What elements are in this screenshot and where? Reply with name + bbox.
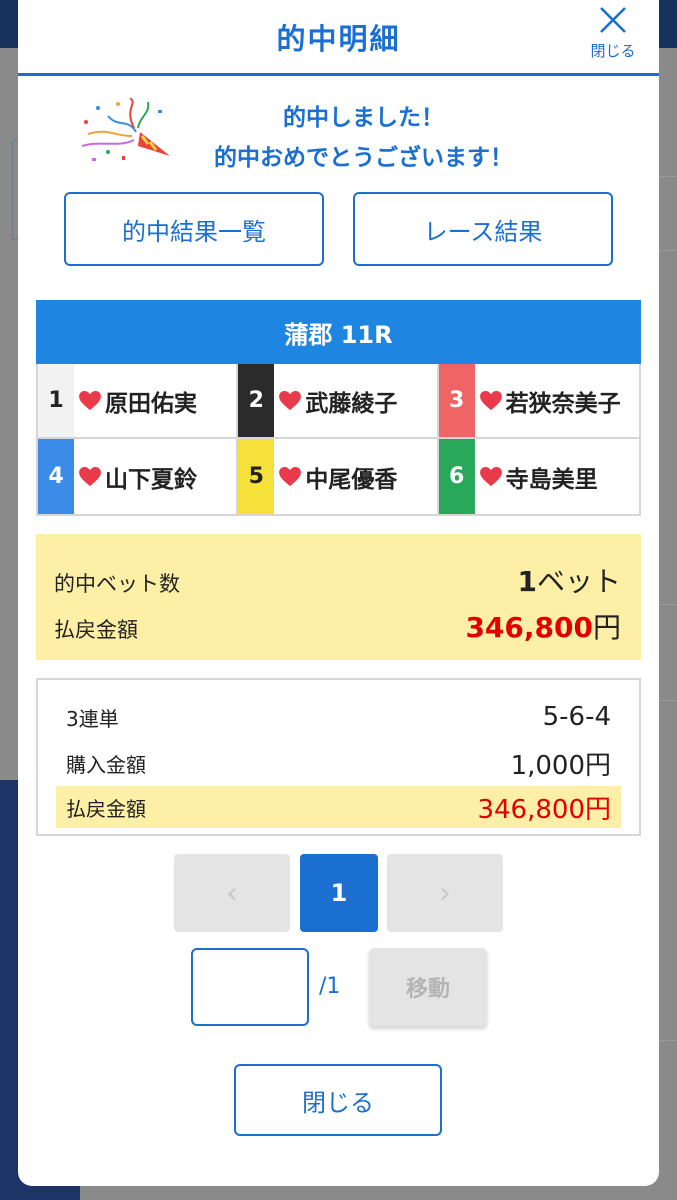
payout-row: 払戻金額 346,800円: [54, 606, 621, 652]
hit-results-list-button[interactable]: 的中結果一覧: [64, 192, 324, 266]
current-page-button[interactable]: 1: [300, 854, 378, 932]
lane-number: 3: [438, 364, 475, 437]
bet-combination: 5-6-4: [542, 702, 611, 732]
racer-name: 原田佑実: [105, 390, 197, 417]
page-total: /1: [319, 974, 341, 999]
racer-grid: 1 原田佑実 2 武藤綾子 3 若狭奈美子 4 山下夏鈴 5 中尾優香 6 寺島美里: [36, 364, 641, 516]
pagination: ‹ 1 ›: [174, 854, 504, 932]
modal-title: 的中明細: [276, 21, 401, 56]
racer-name: 中尾優香: [305, 466, 398, 493]
racer-cell: 3 若狭奈美子: [438, 364, 639, 439]
move-button[interactable]: 移動: [369, 948, 487, 1026]
lane-number: 4: [38, 439, 74, 514]
purchase-value: 1,000円: [510, 750, 611, 781]
bet-type-row: 3連単 5-6-4: [56, 694, 621, 740]
racer-name: 山下夏鈴: [105, 466, 197, 493]
lane-number: 2: [238, 364, 275, 437]
racer-cell: 4 山下夏鈴: [38, 439, 239, 514]
payout-label: 払戻金額: [54, 618, 138, 642]
purchase-label: 購入金額: [66, 752, 146, 777]
detail-payout-value: 346,800円: [477, 794, 611, 825]
race-card: 蒲郡 11R 1 原田佑実 2 武藤綾子 3 若狭奈美子 4 山下夏鈴 5 中尾優香 6 寺島美里: [36, 300, 641, 516]
next-page-button[interactable]: ›: [387, 854, 503, 932]
payout-unit: 円: [592, 611, 621, 644]
detail-payout-label: 払戻金額: [66, 796, 146, 821]
header-close-button[interactable]: 閉じる: [585, 4, 641, 66]
close-button[interactable]: 閉じる: [234, 1064, 442, 1136]
congrats-line-1: 的中しました！: [283, 105, 444, 131]
heart-icon[interactable]: [479, 466, 502, 487]
congrats-message: 的中しました！ 的中おめでとうございます！: [148, 98, 579, 178]
close-icon: [600, 7, 626, 33]
racer-cell: 6 寺島美里: [438, 439, 639, 514]
congrats-line-2: 的中おめでとうございます！: [214, 145, 513, 171]
congrats-section: 的中しました！ 的中おめでとうございます！: [18, 76, 659, 180]
payout-amount: 346,800円: [465, 606, 621, 646]
racer-name: 武藤綾子: [305, 390, 398, 417]
bet-count: 1ベット: [518, 560, 622, 600]
payout-value: 346,800: [465, 611, 593, 644]
modal-header: 的中明細 閉じる: [18, 0, 659, 76]
lane-number: 6: [438, 439, 475, 514]
hit-detail-modal: 的中明細 閉じる 的中しました！ 的中おめでとうございます！ 的中結果一覧 レー…: [18, 0, 659, 1186]
page-number-input[interactable]: [191, 948, 309, 1026]
prev-page-button[interactable]: ‹: [174, 854, 290, 932]
bet-count-value: 1: [517, 565, 537, 598]
race-results-button[interactable]: レース結果: [353, 192, 613, 266]
detail-payout-row: 払戻金額 346,800円: [56, 786, 621, 828]
heart-icon[interactable]: [79, 390, 101, 411]
lane-number: 5: [238, 439, 275, 514]
racer-name: 寺島美里: [505, 466, 598, 493]
bet-type: 3連単: [66, 706, 119, 731]
racer-cell: 1 原田佑実: [38, 364, 239, 439]
racer-name: 若狭奈美子: [505, 390, 621, 417]
page-jump: /1 移動: [191, 948, 491, 1028]
action-buttons: 的中結果一覧 レース結果: [64, 192, 613, 266]
race-title: 蒲郡 11R: [36, 300, 641, 364]
heart-icon[interactable]: [79, 466, 101, 487]
bet-detail: 3連単 5-6-4 購入金額 1,000円 払戻金額 346,800円: [36, 678, 641, 836]
racer-cell: 2 武藤綾子: [238, 364, 439, 439]
hit-summary: 的中ベット数 1ベット 払戻金額 346,800円: [36, 534, 641, 660]
bet-count-label: 的中ベット数: [54, 572, 180, 596]
heart-icon[interactable]: [279, 390, 302, 411]
bet-count-unit: ベット: [536, 565, 621, 598]
header-close-label: 閉じる: [590, 42, 636, 60]
heart-icon[interactable]: [279, 466, 302, 487]
bet-count-row: 的中ベット数 1ベット: [54, 560, 621, 606]
purchase-row: 購入金額 1,000円: [56, 740, 621, 786]
lane-number: 1: [38, 364, 74, 437]
heart-icon[interactable]: [479, 390, 502, 411]
racer-cell: 5 中尾優香: [238, 439, 439, 514]
